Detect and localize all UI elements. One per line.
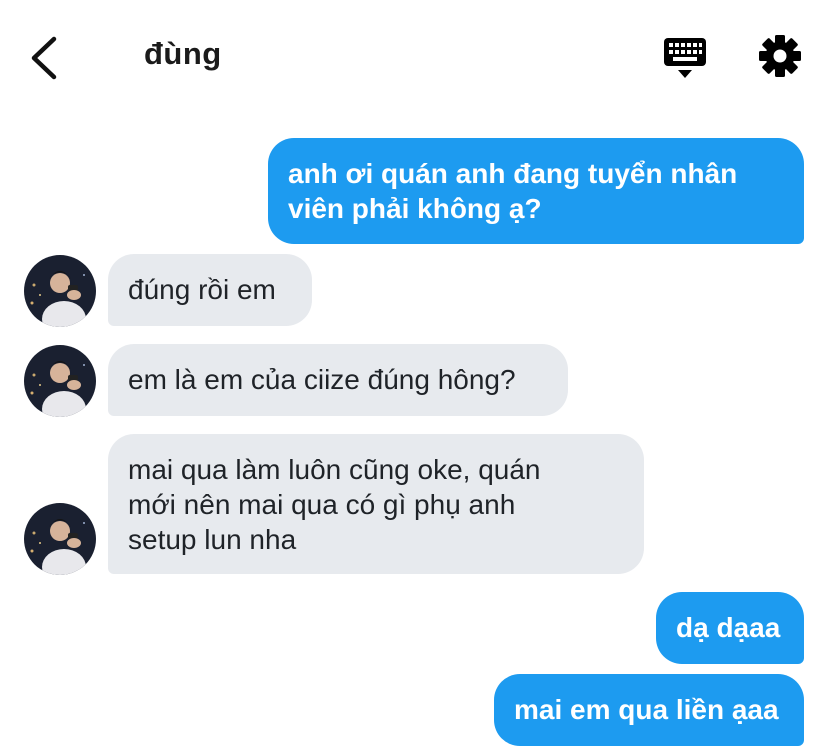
outgoing-message[interactable]: anh ơi quán anh đang tuyển nhân viên phả… (268, 138, 804, 244)
keyboard-icon[interactable] (662, 36, 708, 80)
avatar[interactable] (24, 255, 96, 327)
outgoing-message[interactable]: dạ dạaa (656, 592, 804, 664)
conversation-title[interactable]: đùng (144, 36, 222, 72)
chevron-left-icon[interactable] (26, 34, 66, 82)
incoming-message[interactable]: em là em của ciize đúng hông? (108, 344, 568, 416)
incoming-message[interactable]: đúng rồi em (108, 254, 312, 326)
gear-icon[interactable] (758, 34, 802, 78)
outgoing-message[interactable]: mai em qua liền ạaa (494, 674, 804, 746)
incoming-message[interactable]: mai qua làm luôn cũng oke, quán mới nên … (108, 434, 644, 574)
chat-header: đùng (0, 0, 828, 112)
avatar[interactable] (24, 345, 96, 417)
avatar[interactable] (24, 503, 96, 575)
